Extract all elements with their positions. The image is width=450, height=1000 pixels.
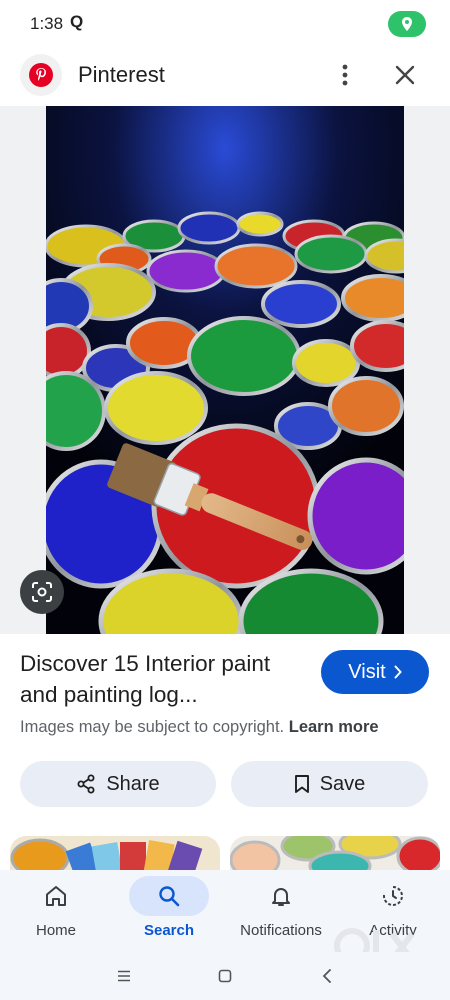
system-navigation-bar bbox=[0, 952, 450, 1000]
learn-more-link[interactable]: Learn more bbox=[289, 718, 379, 736]
nav-label-search: Search bbox=[143, 922, 195, 939]
result-title[interactable]: Discover 15 Interior paint and painting … bbox=[20, 648, 305, 710]
nav-item-search[interactable]: Search bbox=[119, 870, 219, 952]
source-name[interactable]: Pinterest bbox=[78, 62, 165, 88]
status-bar: 1:38 Q bbox=[0, 0, 450, 48]
save-button[interactable]: Save bbox=[231, 761, 428, 807]
share-label: Share bbox=[106, 772, 160, 795]
home-system-icon[interactable] bbox=[205, 960, 245, 992]
bottom-navigation: Home Search Notifications Activity bbox=[0, 870, 450, 952]
save-label: Save bbox=[319, 772, 366, 795]
visit-label: Visit bbox=[348, 660, 386, 683]
copyright-notice: Images may be subject to copyright. Lear… bbox=[20, 718, 379, 737]
related-image-2[interactable] bbox=[230, 836, 440, 872]
visit-button[interactable]: Visit bbox=[321, 650, 429, 694]
status-search-glyph: Q bbox=[70, 12, 84, 31]
search-icon bbox=[129, 876, 209, 916]
nav-item-activity[interactable]: Activity bbox=[343, 870, 443, 952]
home-icon bbox=[16, 876, 96, 916]
nav-item-home[interactable]: Home bbox=[6, 870, 106, 952]
bell-icon bbox=[241, 876, 321, 916]
lens-search-icon[interactable] bbox=[20, 570, 64, 614]
recent-apps-icon[interactable] bbox=[104, 960, 144, 992]
status-time: 1:38 bbox=[30, 14, 64, 33]
nav-label-activity: Activity bbox=[369, 922, 417, 939]
activity-icon bbox=[353, 876, 433, 916]
share-button[interactable]: Share bbox=[20, 761, 216, 807]
result-header: Pinterest bbox=[0, 50, 450, 102]
share-icon bbox=[77, 774, 95, 794]
location-pin-icon bbox=[388, 11, 426, 37]
chevron-right-icon bbox=[394, 665, 402, 679]
image-preview-area bbox=[0, 106, 450, 634]
nav-label-home: Home bbox=[35, 922, 76, 939]
close-icon[interactable] bbox=[390, 60, 420, 90]
more-options-icon[interactable] bbox=[332, 60, 358, 90]
pinterest-logo-icon[interactable] bbox=[20, 54, 62, 96]
related-image-1[interactable] bbox=[10, 836, 220, 872]
nav-label-notifications: Notifications bbox=[240, 922, 322, 939]
bookmark-icon bbox=[294, 775, 309, 793]
copyright-text: Images may be subject to copyright. bbox=[20, 718, 285, 736]
nav-item-notifications[interactable]: Notifications bbox=[231, 870, 331, 952]
back-system-icon[interactable] bbox=[307, 960, 347, 992]
paint-cans-image[interactable] bbox=[46, 106, 404, 634]
